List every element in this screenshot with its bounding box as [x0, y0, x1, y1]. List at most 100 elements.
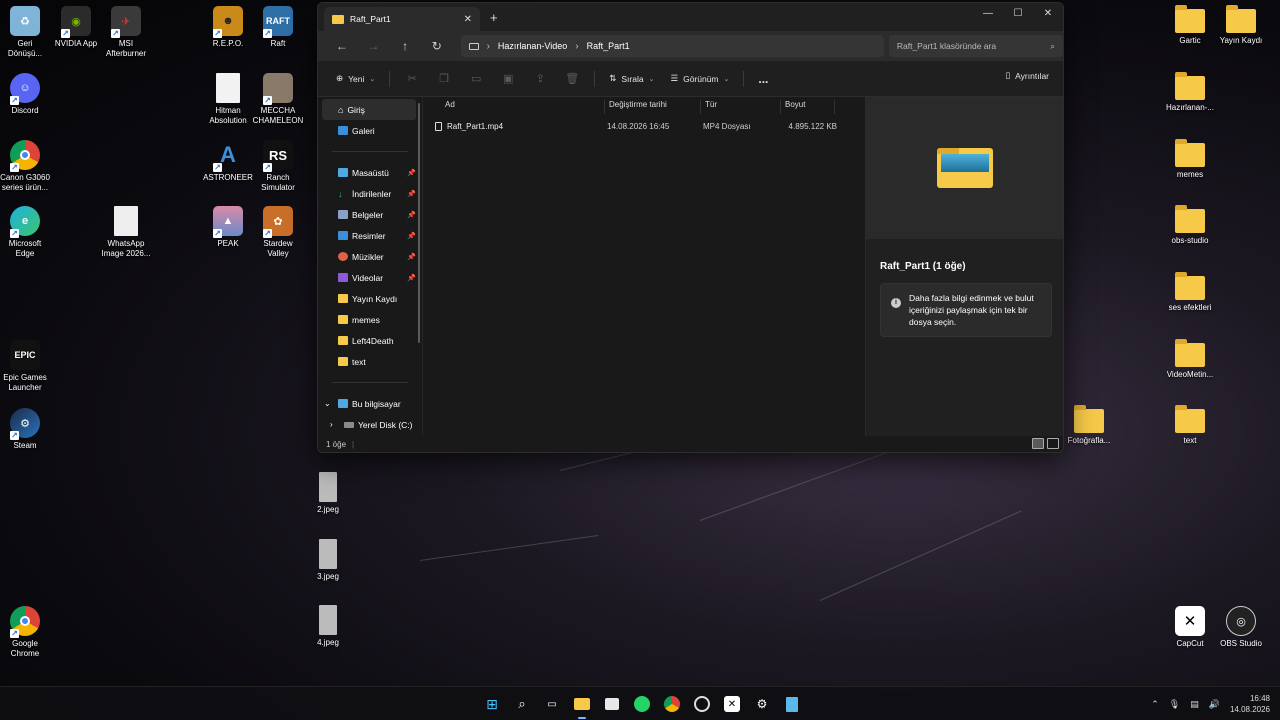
desktop-icon-edge[interactable]: e ↗ Microsoft Edge — [0, 206, 58, 259]
volume-icon[interactable]: 🔊 — [1209, 699, 1220, 710]
minimize-button[interactable]: — — [973, 3, 1003, 23]
new-tab-button[interactable]: + — [490, 10, 498, 25]
tab-raft-part1[interactable]: Raft_Part1 ✕ — [324, 7, 480, 31]
column-header-date[interactable]: Değiştirme tarihi — [605, 100, 701, 114]
refresh-button[interactable]: ↻ — [421, 33, 453, 59]
taskbar: ⊞ ⌕ ▭ ✕ ⚙ ⌃ 🎙 ▤ 🔊 16:48 14.08.2026 — [0, 686, 1280, 720]
desktop-folder-text[interactable]: text — [1157, 405, 1223, 446]
taskbar-explorer[interactable] — [570, 692, 594, 719]
nav-item-documents[interactable]: Belgeler 📌 — [318, 204, 422, 225]
desktop-icon-msi[interactable]: ✈ ↗ MSI Afterburner — [93, 6, 159, 59]
desktop-icon-meccha[interactable]: ↗ MECCHA CHAMELEON — [245, 73, 311, 126]
desktop-folder-memes[interactable]: memes — [1157, 139, 1223, 180]
close-window-button[interactable]: ✕ — [1033, 3, 1063, 23]
taskbar-capcut[interactable]: ✕ — [720, 692, 744, 716]
details-view-button[interactable] — [1032, 438, 1044, 449]
nav-item-videos[interactable]: Videolar 📌 — [318, 267, 422, 288]
tiles-view-button[interactable] — [1047, 438, 1059, 449]
taskbar-chrome[interactable] — [660, 692, 684, 716]
share-icon[interactable]: ⇪ — [524, 72, 556, 85]
address-bar[interactable]: › Hazırlanan-Video › Raft_Part1 — [460, 35, 884, 57]
nav-item-text[interactable]: text — [318, 351, 422, 372]
forward-button[interactable]: → — [358, 33, 390, 59]
desktop-icon-2jpeg[interactable]: 2.jpeg — [295, 472, 361, 515]
more-options-button[interactable]: ... — [750, 72, 776, 86]
desktop-icon-stardew[interactable]: ✿ ↗ Stardew Valley — [245, 206, 311, 259]
title-bar: Raft_Part1 ✕ + — ☐ ✕ — [318, 3, 1063, 31]
desktop-icon-label: MECCHA CHAMELEON — [252, 106, 304, 125]
chevron-down-icon[interactable]: ⌄ — [324, 399, 334, 408]
chevron-up-icon[interactable]: ⌃ — [1151, 699, 1159, 710]
up-button[interactable]: ↑ — [389, 33, 421, 59]
nav-item-yayin-kaydi[interactable]: Yayın Kaydı — [318, 288, 422, 309]
maximize-button[interactable]: ☐ — [1003, 3, 1033, 23]
sort-button[interactable]: ⇅ Sırala ⌄ — [601, 73, 662, 84]
column-header-type[interactable]: Tür — [701, 100, 781, 114]
nav-item-memes[interactable]: memes — [318, 309, 422, 330]
nav-item-left4death[interactable]: Left4Death — [318, 330, 422, 351]
rename-icon[interactable]: ▣ — [492, 72, 524, 85]
desktop-folder-hazirlanan[interactable]: Hazırlanan-... — [1157, 72, 1223, 113]
taskbar-store[interactable] — [600, 692, 624, 716]
nav-item-this-pc[interactable]: ⌄ Bu bilgisayar — [318, 393, 422, 414]
column-header-name[interactable]: Ad — [441, 100, 605, 114]
clock[interactable]: 16:48 14.08.2026 — [1230, 693, 1270, 715]
view-button[interactable]: ☰ Görünüm ⌄ — [662, 73, 737, 84]
desktop-icon-3jpeg[interactable]: 3.jpeg — [295, 539, 361, 582]
desktop-icon-whatsapp-image[interactable]: WhatsApp Image 2026... — [93, 206, 159, 259]
desktop-icon-label: OBS Studio — [1220, 639, 1262, 648]
copy-icon[interactable]: ❐ — [428, 72, 460, 85]
nav-item-music[interactable]: Müzikler 📌 — [318, 246, 422, 267]
desktop-folder-fotograflar[interactable]: Fotoğrafla... — [1056, 405, 1122, 446]
taskbar-obs[interactable] — [690, 692, 714, 716]
column-header-size[interactable]: Boyut — [781, 100, 835, 114]
desktop-folder-obs-studio[interactable]: obs-studio — [1157, 205, 1223, 246]
task-view-button[interactable]: ▭ — [540, 692, 564, 716]
desktop-icon-epic[interactable]: EPIC Epic Games Launcher — [0, 340, 58, 393]
desktop-folder-ses-efektleri[interactable]: ses efektleri — [1157, 272, 1223, 313]
start-button[interactable]: ⊞ — [480, 692, 504, 716]
nav-item-gallery[interactable]: Galeri — [318, 120, 422, 141]
nav-item-label: Belgeler — [352, 209, 384, 220]
nav-scrollbar[interactable] — [418, 103, 420, 343]
steam-icon: ⚙ — [756, 697, 768, 711]
folder-icon — [1074, 405, 1104, 433]
table-row[interactable]: Raft_Part1.mp4 14.08.2026 16:45 MP4 Dosy… — [435, 117, 865, 135]
network-icon[interactable]: ▤ — [1190, 699, 1199, 710]
file-icon — [216, 73, 240, 103]
details-pane-button[interactable]: ▯ Ayrıntılar — [1005, 70, 1049, 81]
folder-icon — [1226, 5, 1256, 33]
nav-item-desktop[interactable]: Masaüstü 📌 — [318, 162, 422, 183]
new-button[interactable]: ⊕ Yeni ⌄ — [328, 73, 383, 84]
close-tab-icon[interactable]: ✕ — [464, 14, 472, 25]
pin-icon: 📌 — [407, 253, 416, 261]
nav-item-local-disk[interactable]: › Yerel Disk (C:) — [318, 414, 422, 435]
paste-icon[interactable]: ▭ — [460, 72, 492, 85]
nav-item-pictures[interactable]: Resimler 📌 — [318, 225, 422, 246]
taskbar-steam[interactable]: ⚙ — [750, 692, 774, 716]
discord-icon: ☺ ↗ — [10, 73, 40, 105]
desktop-icon-ranch[interactable]: RS ↗ Ranch Simulator — [245, 140, 311, 193]
back-button[interactable]: ← — [326, 33, 358, 59]
desktop-icon-raft[interactable]: RAFT ↗ Raft — [245, 6, 311, 49]
delete-icon[interactable]: 🗑 — [556, 72, 588, 85]
desktop-icon-4jpeg[interactable]: 4.jpeg — [295, 605, 361, 648]
breadcrumb-item[interactable]: Hazırlanan-Video — [498, 41, 567, 51]
taskbar-whatsapp[interactable] — [630, 692, 654, 716]
desktop-folder-videometin[interactable]: VideoMetin... — [1157, 339, 1223, 380]
desktop-icon-steam[interactable]: ⚙ ↗ Steam — [0, 408, 58, 451]
desktop-icon-discord[interactable]: ☺ ↗ Discord — [0, 73, 58, 116]
desktop-icon-canon[interactable]: ↗ Canon G3060 series ürün... — [0, 140, 58, 193]
chevron-right-icon[interactable]: › — [330, 420, 340, 429]
desktop-icon-obs[interactable]: ◎ OBS Studio — [1208, 606, 1274, 649]
nav-item-home[interactable]: ⌂ Giriş — [322, 99, 416, 120]
search-button[interactable]: ⌕ — [510, 692, 534, 716]
taskbar-notepad[interactable] — [780, 692, 804, 716]
breadcrumb-item[interactable]: Raft_Part1 — [587, 41, 630, 51]
cut-icon[interactable]: ✂ — [396, 72, 428, 85]
microphone-icon[interactable]: 🎙 — [1169, 699, 1180, 710]
search-input[interactable]: Raft_Part1 klasöründe ara ⌕ — [888, 35, 1063, 57]
desktop-folder-yayin-kaydi[interactable]: Yayın Kaydı — [1208, 5, 1274, 46]
desktop-icon-chrome[interactable]: ↗ Google Chrome — [0, 606, 58, 659]
nav-item-downloads[interactable]: ↓ İndirilenler 📌 — [318, 183, 422, 204]
